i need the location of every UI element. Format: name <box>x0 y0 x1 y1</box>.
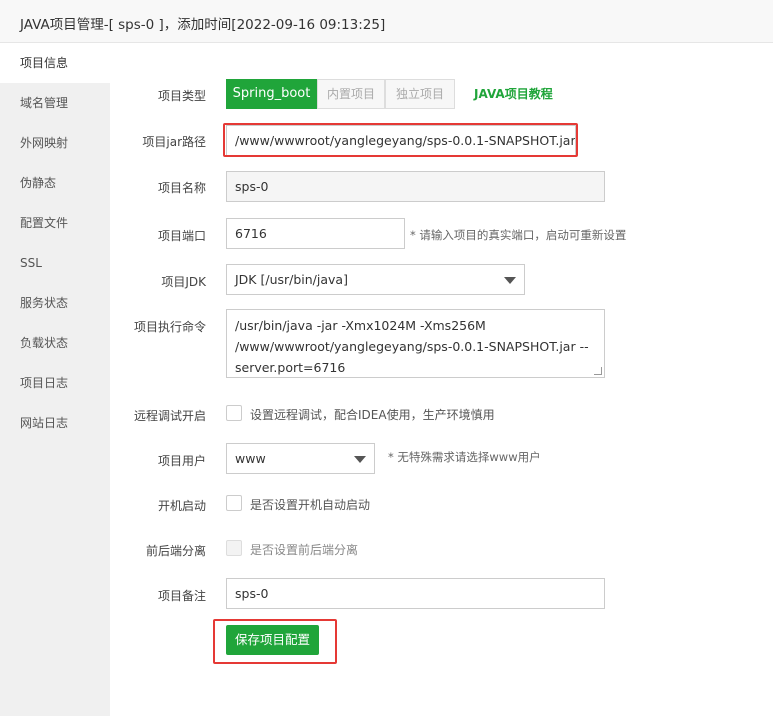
remote-debug-text: 设置远程调试，配合IDEA使用，生产环境慎用 <box>250 408 495 422</box>
jdk-select[interactable]: JDK [/usr/bin/java] <box>226 264 525 295</box>
project-type-standalone[interactable]: 独立项目 <box>385 79 455 109</box>
project-user-label: 项目用户 <box>157 454 206 468</box>
project-port-input[interactable]: 6716 <box>226 218 405 249</box>
project-port-label: 项目端口 <box>157 229 206 243</box>
command-line-1: /usr/bin/java -jar -Xmx1024M -Xms256M <box>235 318 486 333</box>
jar-path-label: 项目jar路径 <box>142 135 206 149</box>
jar-path-highlight <box>223 123 578 157</box>
autostart-text: 是否设置开机自动启动 <box>250 498 371 512</box>
project-type-label: 项目类型 <box>157 89 206 103</box>
remote-debug-checkbox[interactable] <box>226 405 242 421</box>
project-jdk-label: 项目JDK <box>161 275 206 289</box>
autostart-checkbox[interactable] <box>226 495 242 511</box>
chevron-down-icon <box>504 277 516 284</box>
sidebar-item-config-file[interactable]: 配置文件 <box>0 203 110 243</box>
user-select-value: www <box>235 451 266 466</box>
window-title: JAVA项目管理-[ sps-0 ]，添加时间[2022-09-16 09:13… <box>20 17 386 33</box>
project-name-label: 项目名称 <box>157 181 206 195</box>
sidebar-item-service-status[interactable]: 服务状态 <box>0 283 110 323</box>
user-select[interactable]: www <box>226 443 375 474</box>
command-line-3: server.port=6716 <box>235 360 346 375</box>
remark-input[interactable]: sps-0 <box>226 578 605 609</box>
separation-text: 是否设置前后端分离 <box>250 543 359 557</box>
sidebar: 项目信息 域名管理 外网映射 伪静态 配置文件 SSL 服务状态 负载状态 项目… <box>0 43 110 716</box>
sidebar-item-load-status[interactable]: 负载状态 <box>0 323 110 363</box>
project-user-tip: * 无特殊需求请选择www用户 <box>388 450 541 464</box>
save-highlight <box>213 619 337 664</box>
sidebar-item-project-log[interactable]: 项目日志 <box>0 363 110 403</box>
project-type-spring-boot[interactable]: Spring_boot <box>226 79 317 109</box>
sidebar-item-rewrite[interactable]: 伪静态 <box>0 163 110 203</box>
sidebar-item-project-info[interactable]: 项目信息 <box>0 43 110 83</box>
separation-checkbox[interactable] <box>226 540 242 556</box>
command-label: 项目执行命令 <box>133 320 206 334</box>
remote-debug-label: 远程调试开启 <box>133 409 206 423</box>
sidebar-item-site-log[interactable]: 网站日志 <box>0 403 110 443</box>
resize-handle-icon[interactable] <box>594 367 602 375</box>
java-tutorial-link[interactable]: JAVA项目教程 <box>474 85 553 102</box>
autostart-label: 开机启动 <box>157 499 206 513</box>
remark-label: 项目备注 <box>157 589 206 603</box>
command-line-2: /www/wwwroot/yanglegeyang/sps-0.0.1-SNAP… <box>235 339 589 354</box>
jdk-select-value: JDK [/usr/bin/java] <box>235 272 348 287</box>
separation-label: 前后端分离 <box>145 544 206 558</box>
project-name-input[interactable]: sps-0 <box>226 171 605 202</box>
sidebar-item-ssl[interactable]: SSL <box>0 243 110 283</box>
window-titlebar: JAVA项目管理-[ sps-0 ]，添加时间[2022-09-16 09:13… <box>0 0 773 43</box>
sidebar-item-external-mapping[interactable]: 外网映射 <box>0 123 110 163</box>
project-type-builtin[interactable]: 内置项目 <box>317 79 385 109</box>
project-port-tip: * 请输入项目的真实端口，启动可重新设置 <box>410 228 627 242</box>
chevron-down-icon <box>354 456 366 463</box>
command-textarea[interactable]: /usr/bin/java -jar -Xmx1024M -Xms256M /w… <box>226 309 605 378</box>
sidebar-item-domain[interactable]: 域名管理 <box>0 83 110 123</box>
